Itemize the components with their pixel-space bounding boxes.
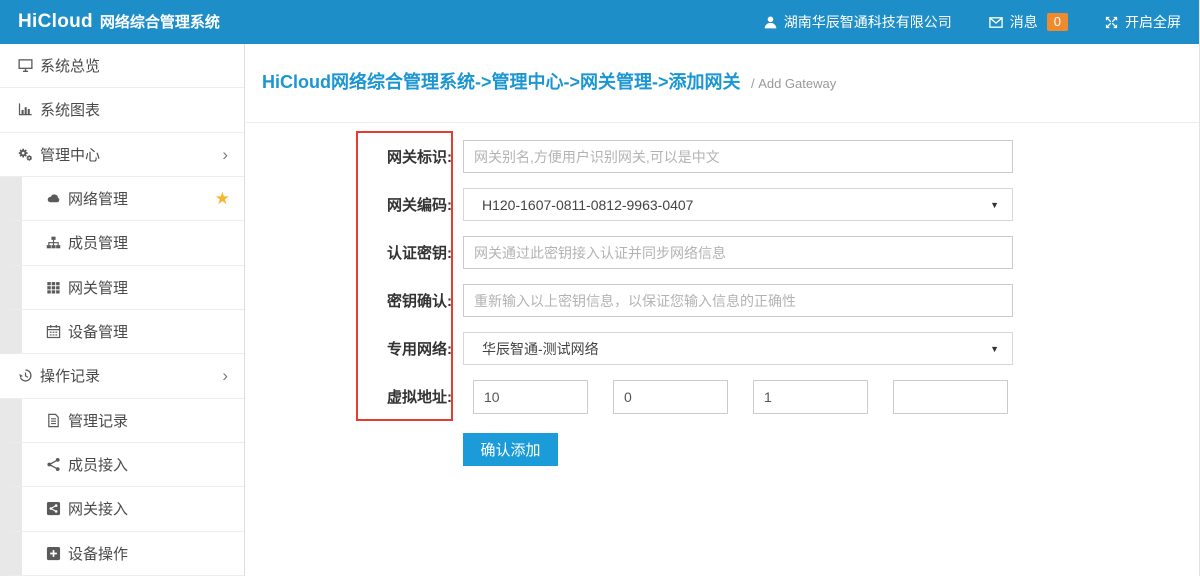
brand-name: HiCloud: [18, 11, 93, 33]
gateway-name-control: [463, 140, 1013, 173]
brand-subtitle: 网络综合管理系统: [100, 11, 220, 32]
dropdown-arrow-icon: ▼: [990, 344, 999, 354]
share-square-icon: [46, 501, 61, 516]
sidebar-item-system-charts[interactable]: 系统图表: [0, 88, 244, 132]
sidebar-item-label: 成员管理: [68, 232, 230, 253]
share-icon: [46, 457, 61, 472]
auth-key-control: [463, 236, 1013, 269]
favorite-star-icon[interactable]: ★: [215, 190, 230, 207]
messages-label: 消息: [1010, 12, 1038, 32]
breadcrumb: HiCloud网络综合管理系统->管理中心->网关管理->添加网关 / Add …: [246, 44, 1199, 94]
sidebar-item-gateway-access[interactable]: 网关接入: [0, 487, 244, 531]
dropdown-arrow-icon: ▼: [990, 200, 999, 210]
app-window: HiCloud 网络综合管理系统 湖南华辰智通科技有限公司 消息 0: [0, 0, 1200, 576]
virtual-address-group: [473, 380, 1008, 414]
sidebar-item-admin-center[interactable]: 管理中心 ›: [0, 133, 244, 177]
main-content: HiCloud网络综合管理系统->管理中心->网关管理->添加网关 / Add …: [246, 44, 1199, 576]
form-row-gateway-name: 网关标识:: [246, 140, 1199, 173]
virtual-address-octet-4[interactable]: [893, 380, 1008, 414]
brand[interactable]: HiCloud 网络综合管理系统: [18, 11, 220, 33]
sidebar-item-label: 操作记录: [40, 365, 215, 386]
virtual-address-control: [463, 380, 1008, 414]
sidebar-item-label: 管理记录: [68, 410, 230, 431]
sidebar-item-label: 网关管理: [68, 277, 230, 298]
sidebar-item-label: 系统总览: [40, 55, 230, 76]
topbar: HiCloud 网络综合管理系统 湖南华辰智通科技有限公司 消息 0: [0, 0, 1199, 44]
messages-badge: 0: [1047, 13, 1068, 31]
confirm-add-button[interactable]: 确认添加: [463, 433, 558, 466]
form-row-auth-key: 认证密钥:: [246, 236, 1199, 269]
gateway-name-label: 网关标识:: [246, 146, 452, 167]
chevron-right-icon: ›: [222, 146, 228, 163]
form-row-gateway-code: 网关编码: H120-1607-0811-0812-9963-0407 ▼: [246, 188, 1199, 221]
sidebar-item-gateway-management[interactable]: 网关管理: [0, 266, 244, 310]
cloud-icon: [46, 191, 61, 206]
form-row-key-confirm: 密钥确认:: [246, 284, 1199, 317]
sidebar-item-label: 网络管理: [68, 188, 208, 209]
envelope-icon: [988, 15, 1004, 30]
sidebar-item-operation-logs[interactable]: 操作记录 ›: [0, 354, 244, 398]
grid-icon: [46, 280, 61, 295]
sidebar-item-label: 系统图表: [40, 99, 230, 120]
form-row-private-network: 专用网络: 华辰智通-测试网络 ▼: [246, 332, 1199, 365]
sidebar-menu: 系统总览系统图表管理中心 › 网络管理 ★ 成员管理网关管理设备管理操作记录 › 管理记录成…: [0, 44, 244, 576]
gateway-name-input[interactable]: [463, 140, 1013, 173]
cogs-icon: [18, 147, 33, 162]
breadcrumb-suffix: / Add Gateway: [751, 76, 836, 91]
fullscreen-label: 开启全屏: [1125, 12, 1181, 32]
company-name: 湖南华辰智通科技有限公司: [784, 12, 952, 32]
sidebar: 系统总览系统图表管理中心 › 网络管理 ★ 成员管理网关管理设备管理操作记录 › 管理记录成…: [0, 44, 245, 576]
add-gateway-form: 网关标识: 网关编码: H120-1607-0811-0812-9963-0407 ▼…: [246, 140, 1199, 466]
gateway-code-select[interactable]: H120-1607-0811-0812-9963-0407 ▼: [463, 188, 1013, 221]
sidebar-item-device-management[interactable]: 设备管理: [0, 310, 244, 354]
desktop-icon: [18, 58, 33, 73]
private-network-label: 专用网络:: [246, 338, 452, 359]
gateway-code-control: H120-1607-0811-0812-9963-0407 ▼: [463, 188, 1013, 221]
topbar-right: 湖南华辰智通科技有限公司 消息 0 开启全屏: [763, 12, 1181, 32]
bar-chart-icon: [18, 102, 33, 117]
user-icon: [763, 15, 778, 30]
key-confirm-input[interactable]: [463, 284, 1013, 317]
file-text-icon: [46, 413, 61, 428]
private-network-selected-value: 华辰智通-测试网络: [482, 339, 599, 359]
sidebar-item-member-access[interactable]: 成员接入: [0, 443, 244, 487]
virtual-address-octet-2[interactable]: [613, 380, 728, 414]
gateway-code-label: 网关编码:: [246, 194, 452, 215]
sidebar-item-label: 设备管理: [68, 321, 230, 342]
auth-key-input[interactable]: [463, 236, 1013, 269]
fullscreen-button[interactable]: 开启全屏: [1104, 12, 1181, 32]
private-network-control: 华辰智通-测试网络 ▼: [463, 332, 1013, 365]
auth-key-label: 认证密钥:: [246, 242, 452, 263]
sidebar-item-member-management[interactable]: 成员管理: [0, 221, 244, 265]
gateway-code-selected-value: H120-1607-0811-0812-9963-0407: [482, 197, 693, 213]
messages-menu[interactable]: 消息 0: [988, 12, 1068, 32]
sidebar-item-system-overview[interactable]: 系统总览: [0, 44, 244, 88]
virtual-address-octet-1[interactable]: [473, 380, 588, 414]
history-icon: [18, 368, 33, 383]
private-network-select[interactable]: 华辰智通-测试网络 ▼: [463, 332, 1013, 365]
key-confirm-label: 密钥确认:: [246, 290, 452, 311]
virtual-address-label: 虚拟地址:: [246, 386, 452, 407]
sidebar-item-network-management[interactable]: 网络管理 ★: [0, 177, 244, 221]
fullscreen-icon: [1104, 15, 1119, 30]
sidebar-item-label: 设备操作: [68, 543, 230, 564]
calendar-icon: [46, 324, 61, 339]
chevron-right-icon: ›: [222, 367, 228, 384]
sitemap-icon: [46, 235, 61, 250]
header-divider: [246, 122, 1199, 123]
sidebar-item-admin-logs[interactable]: 管理记录: [0, 399, 244, 443]
form-row-virtual-address: 虚拟地址:: [246, 380, 1199, 413]
company-menu[interactable]: 湖南华辰智通科技有限公司: [763, 12, 952, 32]
sidebar-item-device-operations[interactable]: 设备操作: [0, 532, 244, 576]
plus-square-icon: [46, 546, 61, 561]
sidebar-item-label: 成员接入: [68, 454, 230, 475]
virtual-address-octet-3[interactable]: [753, 380, 868, 414]
form-rows: 网关标识: 网关编码: H120-1607-0811-0812-9963-0407 ▼…: [246, 140, 1199, 413]
sidebar-item-label: 管理中心: [40, 144, 215, 165]
breadcrumb-path: HiCloud网络综合管理系统->管理中心->网关管理->添加网关: [262, 72, 741, 92]
sidebar-item-label: 网关接入: [68, 498, 230, 519]
key-confirm-control: [463, 284, 1013, 317]
